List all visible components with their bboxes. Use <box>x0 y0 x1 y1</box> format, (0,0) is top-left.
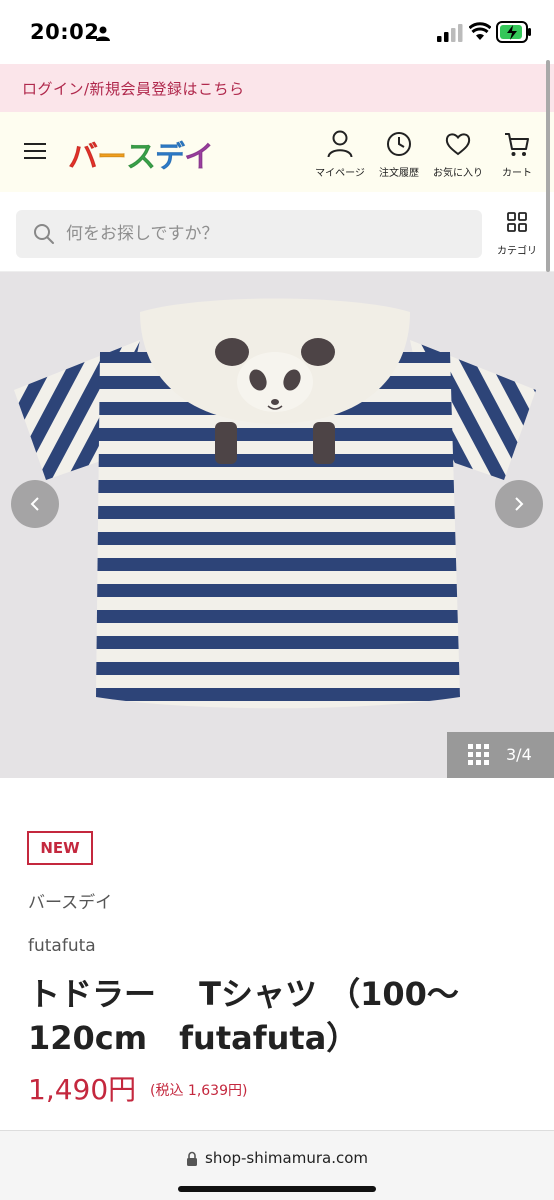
heart-icon <box>445 133 471 156</box>
home-indicator[interactable] <box>178 1186 376 1192</box>
chevron-right-icon <box>515 497 524 511</box>
lock-icon <box>187 1151 197 1166</box>
new-badge: NEW <box>27 831 93 865</box>
product-title-line2: 120cm futafuta） <box>28 1019 359 1057</box>
search-box[interactable] <box>16 210 482 258</box>
category-button[interactable]: カテゴリ <box>494 212 540 257</box>
battery-icon <box>496 21 531 43</box>
gallery-counter: 3/4 <box>506 745 532 764</box>
grid-dots-icon <box>468 744 489 765</box>
gallery-next-button[interactable] <box>495 480 543 528</box>
logo-char: イ <box>184 140 215 176</box>
product-photo <box>0 272 554 778</box>
url-text[interactable]: shop-shimamura.com <box>205 1149 368 1167</box>
product-details: NEW バースデイ futafuta トドラー Tシャツ （100〜 120cm… <box>0 778 554 1130</box>
logo-char: ー <box>97 140 128 176</box>
product-tax-price: (税込 1,639円) <box>150 1083 248 1099</box>
product-image-gallery[interactable]: 3/4 <box>0 272 554 778</box>
login-banner-text[interactable]: ログイン/新規会員登録はこちら <box>22 78 245 99</box>
nav-mypage-label: マイページ <box>315 168 365 179</box>
person-icon <box>327 130 353 158</box>
nav-cart[interactable]: カート <box>485 130 549 179</box>
login-banner[interactable]: ログイン/新規会員登録はこちら <box>0 64 554 112</box>
nav-cart-label: カート <box>502 168 532 179</box>
site-header: バースデイ マイページ 注文履歴 お気に入り カート <box>0 112 554 192</box>
search-area: カテゴリ <box>0 192 554 272</box>
wifi-icon <box>469 22 491 40</box>
gallery-prev-button[interactable] <box>11 480 59 528</box>
product-brand[interactable]: バースデイ <box>28 888 112 913</box>
nav-favorites-label: お気に入り <box>433 168 483 179</box>
status-bar: 20:02 <box>0 0 554 64</box>
nav-mypage[interactable]: マイページ <box>308 130 372 179</box>
product-price: 1,490円 <box>28 1073 137 1106</box>
logo-char: デ <box>155 140 186 176</box>
scrollbar[interactable] <box>546 60 550 272</box>
browser-url-bar[interactable]: shop-shimamura.com <box>0 1130 554 1200</box>
history-icon <box>387 132 411 156</box>
logo-char: バ <box>68 140 99 176</box>
logo-char: ス <box>126 140 157 176</box>
grid-icon <box>507 212 527 232</box>
search-icon <box>34 224 54 244</box>
status-time: 20:02 <box>30 20 100 44</box>
search-input[interactable] <box>64 222 464 246</box>
category-label: カテゴリ <box>497 246 537 257</box>
signal-icon <box>437 24 463 42</box>
cart-icon <box>505 133 529 156</box>
product-title-line1: トドラー Tシャツ （100〜 <box>28 975 459 1013</box>
nav-order-history[interactable]: 注文履歴 <box>367 130 431 179</box>
gallery-thumbnails-button[interactable]: 3/4 <box>447 732 554 778</box>
birthday-logo[interactable]: バースデイ <box>68 132 215 176</box>
person-status-icon <box>96 26 110 41</box>
product-sub-brand[interactable]: futafuta <box>28 936 96 956</box>
nav-favorites[interactable]: お気に入り <box>426 130 490 179</box>
hamburger-menu-icon[interactable] <box>24 143 46 159</box>
chevron-left-icon <box>30 497 39 511</box>
nav-order-history-label: 注文履歴 <box>379 168 419 179</box>
product-title: トドラー Tシャツ （100〜 120cm futafuta） <box>28 972 528 1060</box>
